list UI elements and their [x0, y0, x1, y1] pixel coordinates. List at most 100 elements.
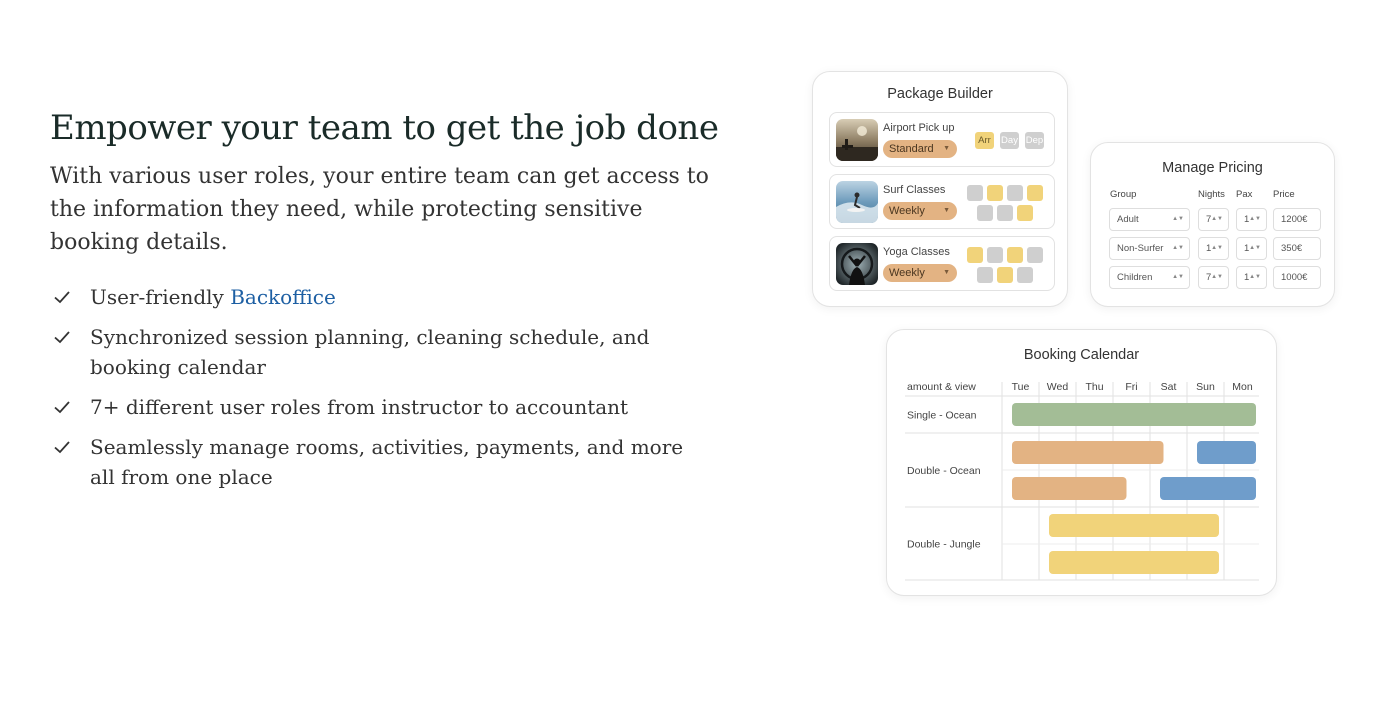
- select-arrow-icon: ▲▼: [1211, 245, 1223, 251]
- booking-calendar-card: Booking Calendar amount & view Tue Wed Thu F…: [886, 329, 1277, 596]
- package-item-name: Surf Classes: [883, 184, 946, 196]
- chip-dep[interactable]: Dep: [1025, 132, 1044, 149]
- day-header: Tue: [1012, 381, 1030, 393]
- airport-option-select[interactable]: Standard ▼: [883, 140, 957, 158]
- nights-select[interactable]: 7 ▲▼: [1198, 208, 1229, 231]
- package-item-airport[interactable]: Airport Pick up Standard ▼ Arr Day Dep: [829, 112, 1055, 167]
- booking-bar: [1012, 477, 1127, 500]
- select-arrow-icon: ▲▼: [1211, 216, 1223, 222]
- select-arrow-icon: ▲▼: [1211, 274, 1223, 280]
- select-arrow-icon: ▲▼: [1249, 245, 1261, 251]
- booking-bar: [1049, 514, 1219, 537]
- session-slot[interactable]: [967, 247, 983, 263]
- select-arrow-icon: ▲▼: [1249, 216, 1261, 222]
- pax-select[interactable]: 1 ▲▼: [1236, 208, 1267, 231]
- feature-text: User-friendly: [90, 285, 231, 309]
- booking-bar: [1012, 441, 1164, 464]
- feature-item: 7+ different user roles from instructor …: [50, 392, 710, 422]
- day-header: Fri: [1125, 381, 1137, 393]
- day-header: Sat: [1161, 381, 1177, 393]
- session-slot[interactable]: [977, 205, 993, 221]
- day-header: Thu: [1085, 381, 1103, 393]
- price-input[interactable]: 350€: [1273, 237, 1321, 260]
- nights-select[interactable]: 7 ▲▼: [1198, 266, 1229, 289]
- booking-bar: [1049, 551, 1219, 574]
- select-value: Standard: [889, 143, 934, 155]
- feature-text: 7+ different user roles from instructor …: [90, 395, 629, 419]
- room-label: Single - Ocean: [907, 410, 977, 422]
- pax-select[interactable]: 1 ▲▼: [1236, 266, 1267, 289]
- session-slot[interactable]: [987, 247, 1003, 263]
- package-item-surf[interactable]: Surf Classes Weekly ▼: [829, 174, 1055, 229]
- airport-photo: [836, 119, 878, 161]
- day-header: Wed: [1047, 381, 1069, 393]
- session-slot[interactable]: [1017, 205, 1033, 221]
- surf-photo: [836, 181, 878, 223]
- checkmark-icon: [54, 401, 70, 414]
- header-group: Group: [1110, 189, 1137, 200]
- page-title: Empower your team to get the job done: [50, 108, 719, 148]
- page-subtitle: With various user roles, your entire tea…: [50, 164, 709, 255]
- select-arrow-icon: ▲▼: [1172, 274, 1184, 280]
- chip-day[interactable]: Day: [1000, 132, 1019, 149]
- nights-select[interactable]: 1 ▲▼: [1198, 237, 1229, 260]
- feature-item: Synchronized session planning, cleaning …: [50, 322, 710, 382]
- session-slot[interactable]: [1017, 267, 1033, 283]
- select-value: Weekly: [889, 267, 925, 279]
- select-value: Children: [1117, 272, 1153, 283]
- day-header: Sun: [1196, 381, 1215, 393]
- select-arrow-icon: ▼: [943, 145, 950, 152]
- pax-select[interactable]: 1 ▲▼: [1236, 237, 1267, 260]
- select-arrow-icon: ▲▼: [1172, 245, 1184, 251]
- session-slot[interactable]: [1007, 247, 1023, 263]
- price-input[interactable]: 1200€: [1273, 208, 1321, 231]
- package-item-name: Yoga Classes: [883, 246, 950, 258]
- package-item-yoga[interactable]: Yoga Classes Weekly ▼: [829, 236, 1055, 291]
- input-value: 1200€: [1281, 214, 1308, 225]
- checkmark-icon: [54, 331, 70, 344]
- group-select[interactable]: Non-Surfer ▲▼: [1109, 237, 1190, 260]
- yoga-option-select[interactable]: Weekly ▼: [883, 264, 957, 282]
- backoffice-link[interactable]: Backoffice: [230, 285, 336, 309]
- feature-text: Synchronized session planning, cleaning …: [90, 325, 650, 379]
- session-slot[interactable]: [997, 267, 1013, 283]
- session-slot[interactable]: [1007, 185, 1023, 201]
- booking-bar: [1197, 441, 1256, 464]
- checkmark-icon: [54, 291, 70, 304]
- yoga-photo: [836, 243, 878, 285]
- header-nights: Nights: [1198, 189, 1225, 200]
- surf-option-select[interactable]: Weekly ▼: [883, 202, 957, 220]
- select-arrow-icon: ▼: [943, 269, 950, 276]
- select-value: Weekly: [889, 205, 925, 217]
- session-slot[interactable]: [977, 267, 993, 283]
- corner-label: amount & view: [907, 381, 976, 393]
- session-slot[interactable]: [1027, 247, 1043, 263]
- package-builder-title: Package Builder: [887, 86, 993, 102]
- booking-calendar-grid: amount & view Tue Wed Thu Fri Sat Sun Mon Single…: [905, 381, 1259, 581]
- room-label: Double - Ocean: [907, 465, 981, 477]
- package-builder-card: Package Builder Airport Pick up Standard…: [812, 71, 1068, 307]
- select-arrow-icon: ▲▼: [1249, 274, 1261, 280]
- chip-arr[interactable]: Arr: [975, 132, 994, 149]
- select-arrow-icon: ▼: [943, 207, 950, 214]
- input-value: 350€: [1281, 243, 1303, 254]
- room-label: Double - Jungle: [907, 539, 981, 551]
- session-slot[interactable]: [987, 185, 1003, 201]
- session-slot[interactable]: [997, 205, 1013, 221]
- group-select[interactable]: Children ▲▼: [1109, 266, 1190, 289]
- package-item-name: Airport Pick up: [883, 122, 955, 134]
- group-select[interactable]: Adult ▲▼: [1109, 208, 1190, 231]
- header-price: Price: [1273, 189, 1295, 200]
- booking-bar: [1160, 477, 1256, 500]
- session-slot[interactable]: [967, 185, 983, 201]
- price-input[interactable]: 1000€: [1273, 266, 1321, 289]
- day-header: Mon: [1232, 381, 1253, 393]
- manage-pricing-title: Manage Pricing: [1162, 160, 1263, 176]
- feature-list: User-friendly Backoffice Synchronized se…: [50, 282, 710, 502]
- booking-bar: [1012, 403, 1256, 426]
- session-slot[interactable]: [1027, 185, 1043, 201]
- select-arrow-icon: ▲▼: [1172, 216, 1184, 222]
- input-value: 1000€: [1281, 272, 1308, 283]
- select-value: Adult: [1117, 214, 1139, 225]
- feature-item: User-friendly Backoffice: [50, 282, 710, 312]
